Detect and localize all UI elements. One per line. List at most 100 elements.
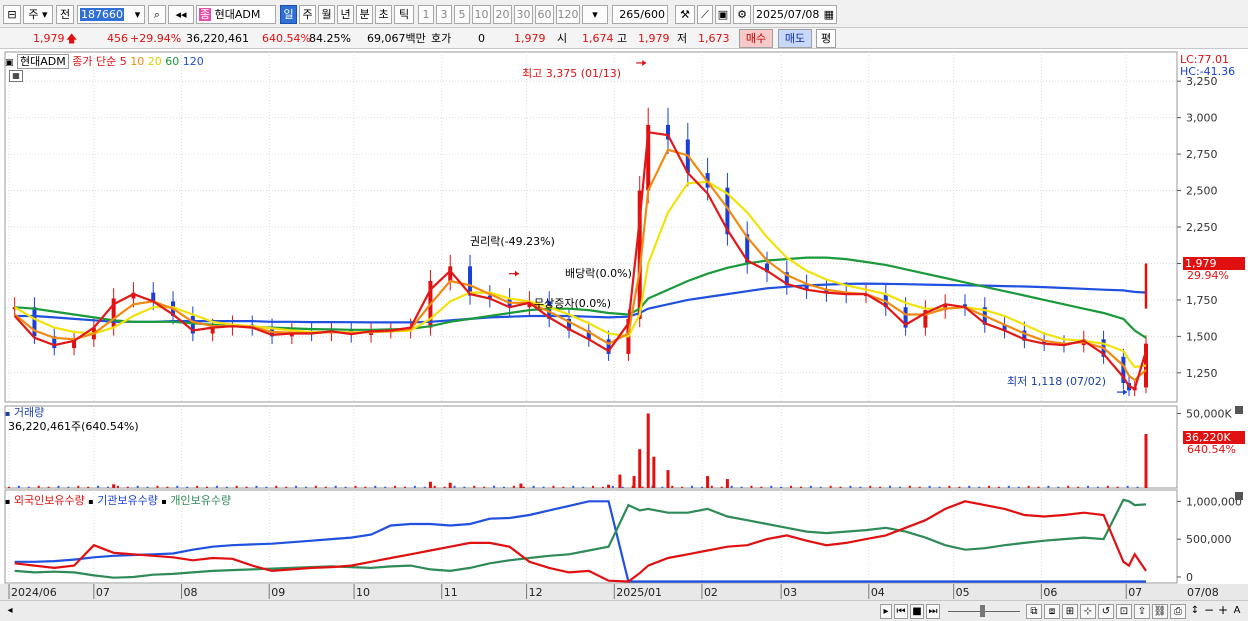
volume-bar — [978, 486, 981, 488]
custom-interval-dropdown[interactable]: ▾ — [582, 5, 608, 24]
last-price: 1,979 — [514, 32, 546, 45]
volume-bar — [1126, 485, 1129, 488]
holding-marker-icon-1: ▪ — [5, 497, 11, 506]
period-day-button[interactable]: 일 — [280, 5, 297, 24]
chart-area[interactable]: 2024/06 07 08 09 10 11 12 2025/01 02 03 04 05 06 07 07… — [0, 50, 1248, 600]
ma-5-label[interactable]: 5 — [120, 55, 127, 68]
volume-bar — [295, 485, 298, 488]
interval-120-button[interactable]: 120 — [556, 5, 580, 24]
x-axis-label: 02 — [704, 586, 718, 599]
volume-bar — [146, 486, 149, 488]
period-week-button[interactable]: 주 — [299, 5, 316, 24]
split-chart-icon[interactable]: ⊞ — [1062, 604, 1078, 619]
volume-bar — [661, 486, 664, 488]
ma-20-label[interactable]: 20 — [148, 55, 162, 68]
period-minute-button[interactable]: 분 — [356, 5, 373, 24]
high-label: 고 — [617, 32, 628, 45]
export-icon[interactable]: ⇪ — [1134, 604, 1150, 619]
print-icon[interactable]: ⎙ — [1170, 604, 1186, 619]
up-arrow-icon: 🡅 — [66, 32, 78, 45]
crosshair-icon[interactable]: ⊹ — [1080, 604, 1096, 619]
stock-name-field[interactable]: 종 현대ADM — [196, 5, 276, 24]
stock-code-value: 187660 — [80, 8, 124, 21]
speaker-icon[interactable]: ◂◂ — [168, 5, 194, 24]
volume-bar — [799, 486, 802, 488]
interval-5-button[interactable]: 5 — [454, 5, 470, 24]
volume-bar — [57, 485, 60, 488]
institution-holding-label[interactable]: 기관보유수량 — [97, 494, 158, 507]
scroll-left-icon[interactable]: ◂ — [3, 604, 17, 619]
zoom-slider-handle[interactable] — [980, 605, 985, 617]
interval-30-button[interactable]: 30 — [514, 5, 533, 24]
interval-20-button[interactable]: 20 — [493, 5, 512, 24]
calendar-icon[interactable]: ▦ — [824, 6, 834, 23]
panel-marker-icon: ▣ — [5, 58, 14, 68]
interval-60-button[interactable]: 60 — [535, 5, 554, 24]
volume-spike-bar — [1144, 433, 1148, 488]
ma-label[interactable]: 종가 단순 — [72, 55, 116, 68]
zoom-out-icon[interactable]: − — [1202, 604, 1216, 619]
pan-icon[interactable]: ↕ — [1188, 604, 1202, 619]
ma-120-label[interactable]: 120 — [183, 55, 204, 68]
market-select[interactable]: 주 ▾ — [23, 5, 53, 24]
grid-toggle-icon[interactable]: ⊡ — [1116, 604, 1132, 619]
low-value: 1,673 — [698, 32, 730, 45]
volume-panel-close-icon[interactable] — [1235, 406, 1243, 414]
overlay-chart-icon[interactable]: ⧈ — [1044, 604, 1060, 619]
prev-button[interactable]: 전 — [56, 5, 74, 24]
chart-tools-icon[interactable]: ⚒ — [675, 5, 695, 24]
x-axis-label: 06 — [1043, 586, 1057, 599]
volume-bar — [928, 485, 931, 488]
auto-scale-icon[interactable]: A — [1230, 604, 1244, 619]
holding-axis-label: 0 — [1186, 571, 1193, 584]
volume-spike-bar — [448, 482, 452, 488]
period-year-button[interactable]: 년 — [337, 5, 354, 24]
search-icon[interactable]: ⌕ — [148, 5, 166, 24]
period-tick-button[interactable]: 틱 — [394, 5, 414, 24]
zoom-slider[interactable] — [948, 604, 1020, 619]
holding-panel-close-icon[interactable] — [1235, 492, 1243, 500]
eval-button[interactable]: 평 — [816, 29, 836, 48]
buy-button[interactable]: 매수 — [739, 29, 773, 48]
dividend-annotation: 배당락(0.0%) — [565, 267, 632, 280]
data-count-input[interactable]: 265/600 — [612, 5, 668, 24]
calculator-icon[interactable]: ▦ — [9, 70, 23, 82]
quote-info-bar: 1,979 🡅 456 +29.94% 36,220,461 640.54% 8… — [0, 28, 1248, 49]
zoom-in-icon[interactable]: + — [1216, 604, 1230, 619]
volume-bar — [97, 485, 100, 488]
volume-bar — [770, 485, 773, 488]
save-icon[interactable]: ▣ — [715, 5, 731, 24]
interval-1-button[interactable]: 1 — [418, 5, 434, 24]
date-field[interactable]: 2025/07/08 ▦ — [753, 5, 837, 24]
individual-holding-label[interactable]: 개인보유수량 — [170, 494, 231, 507]
scroll-right-icon[interactable]: ▸ — [880, 604, 892, 619]
settings-gear-icon[interactable]: ⚙ — [733, 5, 751, 24]
chart-svg: 2024/06 07 08 09 10 11 12 2025/01 02 03 04 05 06 07 07… — [0, 50, 1248, 600]
volume-bar — [908, 485, 911, 488]
sell-button[interactable]: 매도 — [778, 29, 812, 48]
period-month-button[interactable]: 월 — [318, 5, 335, 24]
volume-bar — [1116, 486, 1119, 488]
period-second-button[interactable]: 초 — [375, 5, 392, 24]
reset-chart-icon[interactable]: ↺ — [1098, 604, 1114, 619]
stop-icon[interactable]: ■ — [910, 604, 924, 619]
ma-60-label[interactable]: 60 — [165, 55, 179, 68]
fast-forward-icon[interactable]: ⏭ — [926, 604, 940, 619]
volume-bar — [1087, 485, 1090, 488]
compare-chart-icon[interactable]: ⧉ — [1026, 604, 1042, 619]
foreign-holding-label[interactable]: 외국인보유수량 — [14, 494, 85, 507]
interval-3-button[interactable]: 3 — [436, 5, 452, 24]
draw-line-icon[interactable]: ⟋ — [697, 5, 713, 24]
main-stock-name[interactable]: 현대ADM — [17, 54, 69, 69]
volume-bar — [641, 486, 644, 488]
volume-bar — [948, 485, 951, 488]
price-axis-label: 2,500 — [1186, 185, 1218, 198]
volume-bar — [592, 485, 595, 488]
rewind-icon[interactable]: ⏮ — [894, 604, 908, 619]
stock-code-dropdown-icon[interactable]: ▾ — [131, 5, 145, 24]
interval-10-button[interactable]: 10 — [472, 5, 491, 24]
link-icon[interactable]: ⛓ — [1152, 604, 1168, 619]
window-menu-icon[interactable]: ⊟ — [3, 5, 21, 24]
volume-bar — [611, 485, 614, 488]
ma-10-label[interactable]: 10 — [130, 55, 144, 68]
